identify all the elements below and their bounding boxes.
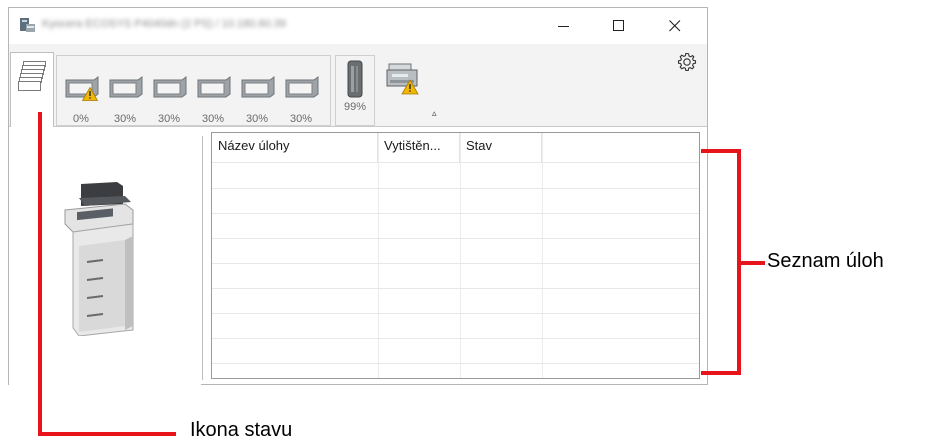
paper-tray-icon [285, 76, 319, 98]
tray-level: 0% [73, 113, 89, 125]
callout-leader-horizontal [38, 432, 176, 436]
table-row[interactable] [212, 264, 699, 289]
job-list[interactable]: Název úlohy Vytištěn... Stav [211, 132, 700, 379]
table-row[interactable] [212, 314, 699, 339]
column-header-printed[interactable]: Vytištěn... [378, 133, 460, 163]
job-list-header: Název úlohy Vytištěn... Stav [212, 133, 699, 163]
tray-level: 30% [113, 113, 137, 125]
printer-image [64, 182, 134, 336]
column-header-status[interactable]: Stav [460, 133, 542, 163]
printer-app-icon [20, 18, 35, 32]
close-icon [669, 20, 681, 32]
document-stack-icon [18, 61, 46, 91]
status-toolbar: 0% 30% 30% 30% 30% 30% 99% ▵ [9, 44, 707, 127]
tray-level: 30% [157, 113, 181, 125]
table-row[interactable] [212, 289, 699, 314]
collapse-toolbar-button[interactable]: ▵ [432, 108, 437, 119]
toner-level: 99% [343, 101, 367, 113]
tray-level: 30% [201, 113, 225, 125]
callout-leader-vertical [38, 112, 42, 436]
tray-level: 30% [289, 113, 313, 125]
table-row[interactable] [212, 214, 699, 239]
gear-icon[interactable] [677, 52, 697, 72]
paper-tray-icon [197, 76, 231, 98]
minimize-button[interactable] [541, 12, 587, 40]
device-group[interactable] [378, 55, 428, 126]
pane-splitter[interactable] [202, 136, 203, 380]
callout-label-status-icon: Ikona stavu [190, 419, 293, 437]
toner-group[interactable]: 99% [335, 55, 375, 126]
window-title: Kyocera ECOSYS P4040dn (2 PS) / 10.180.6… [42, 18, 286, 30]
callout-bracket-bottom [701, 371, 741, 375]
maximize-button[interactable] [596, 12, 642, 40]
title-bar: Kyocera ECOSYS P4040dn (2 PS) / 10.180.6… [9, 8, 707, 44]
maximize-icon [613, 20, 624, 31]
tray-level: 30% [245, 113, 269, 125]
printer-warning-icon [386, 63, 419, 95]
table-row[interactable] [212, 239, 699, 264]
status-icon-tab[interactable] [10, 52, 54, 127]
table-row[interactable] [212, 339, 699, 364]
paper-tray-icon [153, 76, 187, 98]
close-button[interactable] [652, 12, 698, 40]
callout-leader-line [741, 261, 765, 265]
toner-cartridge-icon [347, 60, 363, 98]
paper-tray-icon [241, 76, 275, 98]
callout-bracket-top [701, 149, 741, 153]
column-header-job-name[interactable]: Název úlohy [212, 133, 378, 163]
callout-label-job-list: Seznam úloh [767, 250, 884, 272]
minimize-icon [558, 26, 569, 27]
column-header-empty [542, 133, 699, 163]
warning-icon [82, 87, 98, 101]
paper-tray-icon [109, 76, 143, 98]
table-row[interactable] [212, 164, 699, 189]
table-row[interactable] [212, 189, 699, 214]
paper-trays-group: 0% 30% 30% 30% 30% 30% [56, 55, 331, 126]
status-monitor-window: Kyocera ECOSYS P4040dn (2 PS) / 10.180.6… [8, 7, 708, 385]
